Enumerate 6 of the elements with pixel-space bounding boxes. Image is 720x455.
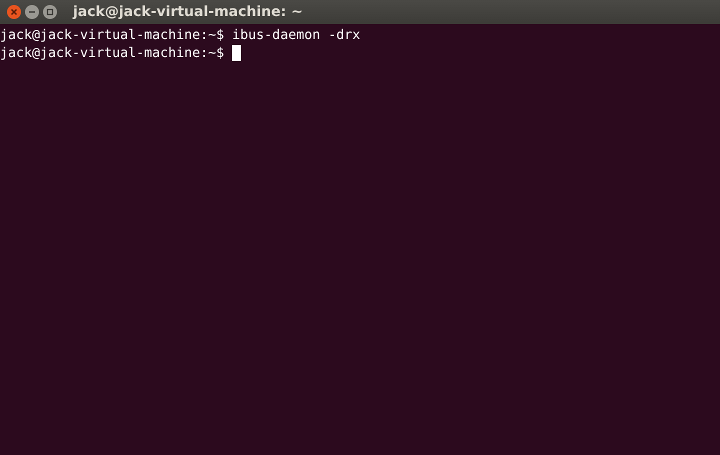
maximize-icon[interactable] bbox=[43, 5, 57, 19]
close-icon[interactable] bbox=[7, 5, 21, 19]
terminal-line: jack@jack-virtual-machine:~$ bbox=[0, 46, 226, 60]
window-title: jack@jack-virtual-machine: ~ bbox=[73, 4, 303, 20]
terminal-line: jack@jack-virtual-machine:~$ ibus-daemon -drx bbox=[0, 28, 360, 42]
minimize-icon[interactable] bbox=[25, 5, 39, 19]
